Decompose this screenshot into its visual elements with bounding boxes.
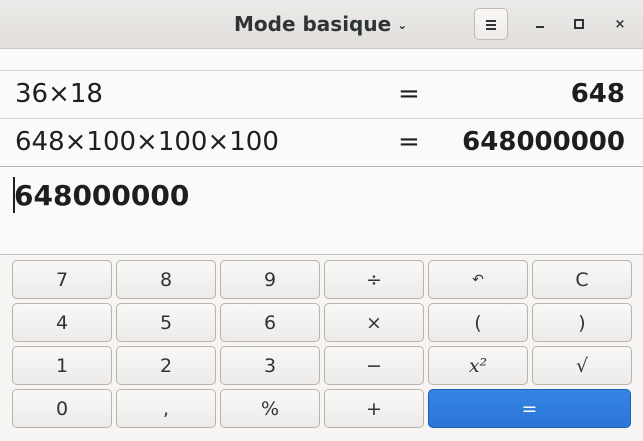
input-value: 648000000: [14, 179, 190, 212]
key-2[interactable]: 2: [116, 346, 216, 385]
history-equals-sign: =: [398, 127, 420, 157]
key-4[interactable]: 4: [12, 303, 112, 342]
key-clear[interactable]: C: [532, 260, 632, 299]
key-3[interactable]: 3: [220, 346, 320, 385]
key-square-root[interactable]: √: [532, 346, 632, 385]
close-icon: ×: [614, 16, 626, 32]
header-bar: Mode basique ⌄ ×: [0, 0, 643, 49]
key-close-paren[interactable]: ): [532, 303, 632, 342]
key-add[interactable]: +: [324, 389, 424, 428]
key-7[interactable]: 7: [12, 260, 112, 299]
history-expression: 648×100×100×100: [15, 127, 279, 157]
history-row[interactable]: 36×18 = 648: [0, 71, 643, 119]
key-0[interactable]: 0: [12, 389, 112, 428]
key-9[interactable]: 9: [220, 260, 320, 299]
history-result[interactable]: 648: [571, 79, 625, 109]
key-6[interactable]: 6: [220, 303, 320, 342]
hamburger-menu-icon: [486, 19, 496, 30]
key-decimal-comma[interactable]: ,: [116, 389, 216, 428]
minimize-icon: [536, 26, 544, 28]
mode-title: Mode basique: [234, 12, 392, 36]
close-button[interactable]: ×: [608, 12, 632, 36]
key-equals[interactable]: =: [428, 389, 631, 428]
history-spacer: [0, 49, 643, 71]
history-row[interactable]: 648×100×100×100 = 648000000: [0, 119, 643, 167]
key-divide[interactable]: ÷: [324, 260, 424, 299]
text-caret: [13, 177, 15, 213]
chevron-down-icon: ⌄: [397, 18, 408, 32]
history-expression: 36×18: [15, 79, 103, 109]
mode-selector-button[interactable]: Mode basique ⌄: [226, 8, 415, 40]
main-menu-button[interactable]: [474, 8, 508, 40]
key-open-paren[interactable]: (: [428, 303, 528, 342]
calculator-window: Mode basique ⌄ × 36×18 = 648 648×100×100…: [0, 0, 643, 441]
history-equals-sign: =: [398, 79, 420, 109]
key-undo[interactable]: ↶: [428, 260, 528, 299]
key-8[interactable]: 8: [116, 260, 216, 299]
key-multiply[interactable]: ×: [324, 303, 424, 342]
history-result[interactable]: 648000000: [462, 127, 625, 157]
key-percent[interactable]: %: [220, 389, 320, 428]
maximize-button[interactable]: [567, 12, 591, 36]
key-square[interactable]: x²: [428, 346, 528, 385]
key-1[interactable]: 1: [12, 346, 112, 385]
keypad: 7 8 9 ÷ ↶ C 4 5 6 × ( ) 1 2 3 − x² √ 0 ,…: [12, 260, 632, 430]
history-panel: 36×18 = 648 648×100×100×100 = 648000000: [0, 49, 643, 169]
minimize-button[interactable]: [528, 12, 552, 36]
maximize-icon: [574, 19, 584, 29]
key-5[interactable]: 5: [116, 303, 216, 342]
expression-input[interactable]: 648000000: [0, 169, 643, 255]
undo-icon: ↶: [472, 271, 484, 288]
key-subtract[interactable]: −: [324, 346, 424, 385]
